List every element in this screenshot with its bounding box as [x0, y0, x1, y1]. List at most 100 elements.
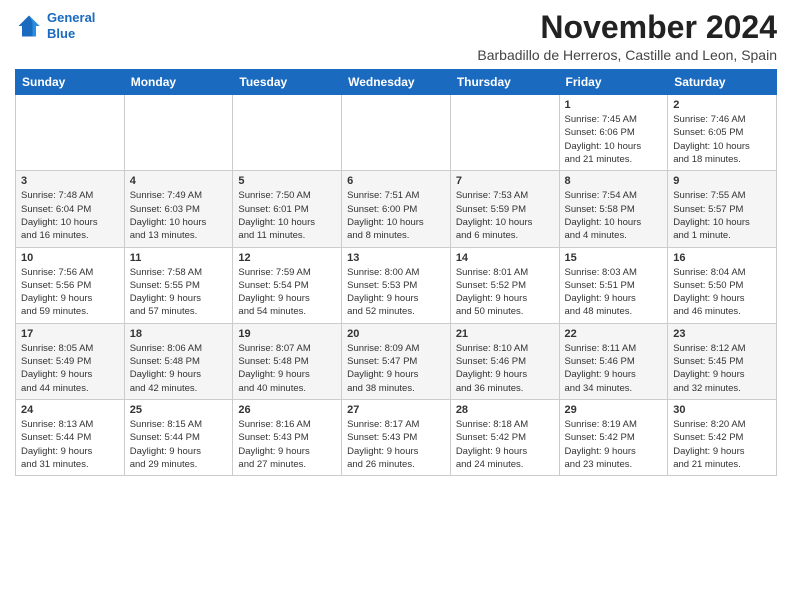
- day-info: Sunrise: 8:05 AM Sunset: 5:49 PM Dayligh…: [21, 342, 119, 395]
- day-number: 18: [130, 328, 228, 340]
- weekday-header: Monday: [124, 70, 233, 95]
- day-number: 26: [238, 404, 336, 416]
- day-number: 21: [456, 328, 554, 340]
- calendar-cell: 12 Sunrise: 7:59 AM Sunset: 5:54 PM Dayli…: [233, 247, 342, 323]
- day-info: Sunrise: 8:10 AM Sunset: 5:46 PM Dayligh…: [456, 342, 554, 395]
- day-info: Sunrise: 8:07 AM Sunset: 5:48 PM Dayligh…: [238, 342, 336, 395]
- day-info: Sunrise: 8:20 AM Sunset: 5:42 PM Dayligh…: [673, 418, 771, 471]
- day-number: 30: [673, 404, 771, 416]
- calendar-cell: [233, 95, 342, 171]
- calendar-week-row: 3 Sunrise: 7:48 AM Sunset: 6:04 PM Daylig…: [16, 171, 777, 247]
- day-number: 16: [673, 252, 771, 264]
- calendar-cell: 6 Sunrise: 7:51 AM Sunset: 6:00 PM Daylig…: [342, 171, 451, 247]
- day-info: Sunrise: 8:13 AM Sunset: 5:44 PM Dayligh…: [21, 418, 119, 471]
- day-number: 22: [565, 328, 663, 340]
- day-info: Sunrise: 7:58 AM Sunset: 5:55 PM Dayligh…: [130, 266, 228, 319]
- calendar-cell: 29Sunrise: 8:19 AM Sunset: 5:42 PM Dayli…: [559, 399, 668, 475]
- day-number: 17: [21, 328, 119, 340]
- calendar-cell: 8 Sunrise: 7:54 AM Sunset: 5:58 PM Daylig…: [559, 171, 668, 247]
- logo-line1: General: [47, 10, 95, 25]
- day-info: Sunrise: 8:00 AM Sunset: 5:53 PM Dayligh…: [347, 266, 445, 319]
- calendar-cell: 19 Sunrise: 8:07 AM Sunset: 5:48 PM Dayli…: [233, 323, 342, 399]
- logo-text: General Blue: [47, 10, 95, 41]
- calendar-cell: 9 Sunrise: 7:55 AM Sunset: 5:57 PM Daylig…: [668, 171, 777, 247]
- day-number: 24: [21, 404, 119, 416]
- day-number: 12: [238, 252, 336, 264]
- day-info: Sunrise: 7:53 AM Sunset: 5:59 PM Dayligh…: [456, 189, 554, 242]
- logo: General Blue: [15, 10, 95, 41]
- calendar-header: SundayMondayTuesdayWednesdayThursdayFrid…: [16, 70, 777, 95]
- month-title: November 2024: [477, 10, 777, 45]
- calendar-cell: [124, 95, 233, 171]
- calendar-cell: [450, 95, 559, 171]
- calendar-cell: 30 Sunrise: 8:20 AM Sunset: 5:42 PM Dayli…: [668, 399, 777, 475]
- day-info: Sunrise: 7:59 AM Sunset: 5:54 PM Dayligh…: [238, 266, 336, 319]
- calendar-cell: [342, 95, 451, 171]
- weekday-header: Tuesday: [233, 70, 342, 95]
- day-info: Sunrise: 8:06 AM Sunset: 5:48 PM Dayligh…: [130, 342, 228, 395]
- day-info: Sunrise: 7:55 AM Sunset: 5:57 PM Dayligh…: [673, 189, 771, 242]
- day-info: Sunrise: 8:11 AM Sunset: 5:46 PM Dayligh…: [565, 342, 663, 395]
- calendar-week-row: 1 Sunrise: 7:45 AM Sunset: 6:06 PM Daylig…: [16, 95, 777, 171]
- day-info: Sunrise: 8:01 AM Sunset: 5:52 PM Dayligh…: [456, 266, 554, 319]
- calendar-week-row: 17 Sunrise: 8:05 AM Sunset: 5:49 PM Dayli…: [16, 323, 777, 399]
- calendar-cell: 22 Sunrise: 8:11 AM Sunset: 5:46 PM Dayli…: [559, 323, 668, 399]
- day-number: 9: [673, 175, 771, 187]
- day-number: 1: [565, 99, 663, 111]
- calendar: SundayMondayTuesdayWednesdayThursdayFrid…: [15, 69, 777, 476]
- day-info: Sunrise: 8:16 AM Sunset: 5:43 PM Dayligh…: [238, 418, 336, 471]
- day-info: Sunrise: 8:15 AM Sunset: 5:44 PM Dayligh…: [130, 418, 228, 471]
- day-info: Sunrise: 7:54 AM Sunset: 5:58 PM Dayligh…: [565, 189, 663, 242]
- day-info: Sunrise: 7:48 AM Sunset: 6:04 PM Dayligh…: [21, 189, 119, 242]
- calendar-cell: 5 Sunrise: 7:50 AM Sunset: 6:01 PM Daylig…: [233, 171, 342, 247]
- day-info: Sunrise: 7:56 AM Sunset: 5:56 PM Dayligh…: [21, 266, 119, 319]
- calendar-cell: 18 Sunrise: 8:06 AM Sunset: 5:48 PM Dayli…: [124, 323, 233, 399]
- day-number: 25: [130, 404, 228, 416]
- day-number: 10: [21, 252, 119, 264]
- calendar-cell: 16Sunrise: 8:04 AM Sunset: 5:50 PM Dayli…: [668, 247, 777, 323]
- weekday-header: Wednesday: [342, 70, 451, 95]
- day-info: Sunrise: 7:51 AM Sunset: 6:00 PM Dayligh…: [347, 189, 445, 242]
- day-info: Sunrise: 7:50 AM Sunset: 6:01 PM Dayligh…: [238, 189, 336, 242]
- calendar-week-row: 10 Sunrise: 7:56 AM Sunset: 5:56 PM Dayli…: [16, 247, 777, 323]
- day-number: 8: [565, 175, 663, 187]
- calendar-cell: 10 Sunrise: 7:56 AM Sunset: 5:56 PM Dayli…: [16, 247, 125, 323]
- calendar-cell: 13 Sunrise: 8:00 AM Sunset: 5:53 PM Dayli…: [342, 247, 451, 323]
- day-number: 13: [347, 252, 445, 264]
- location-title: Barbadillo de Herreros, Castille and Leo…: [477, 47, 777, 63]
- day-number: 7: [456, 175, 554, 187]
- day-info: Sunrise: 8:12 AM Sunset: 5:45 PM Dayligh…: [673, 342, 771, 395]
- day-number: 11: [130, 252, 228, 264]
- day-number: 3: [21, 175, 119, 187]
- calendar-cell: 17 Sunrise: 8:05 AM Sunset: 5:49 PM Dayli…: [16, 323, 125, 399]
- weekday-header: Sunday: [16, 70, 125, 95]
- logo-line2: Blue: [47, 26, 75, 41]
- day-number: 14: [456, 252, 554, 264]
- day-number: 6: [347, 175, 445, 187]
- day-info: Sunrise: 7:46 AM Sunset: 6:05 PM Dayligh…: [673, 113, 771, 166]
- day-number: 5: [238, 175, 336, 187]
- day-number: 2: [673, 99, 771, 111]
- day-number: 15: [565, 252, 663, 264]
- calendar-cell: 1 Sunrise: 7:45 AM Sunset: 6:06 PM Daylig…: [559, 95, 668, 171]
- header-row: SundayMondayTuesdayWednesdayThursdayFrid…: [16, 70, 777, 95]
- calendar-week-row: 24 Sunrise: 8:13 AM Sunset: 5:44 PM Dayli…: [16, 399, 777, 475]
- day-info: Sunrise: 7:49 AM Sunset: 6:03 PM Dayligh…: [130, 189, 228, 242]
- day-info: Sunrise: 7:45 AM Sunset: 6:06 PM Dayligh…: [565, 113, 663, 166]
- day-number: 19: [238, 328, 336, 340]
- weekday-header: Friday: [559, 70, 668, 95]
- day-number: 23: [673, 328, 771, 340]
- page-header: General Blue November 2024 Barbadillo de…: [15, 10, 777, 63]
- calendar-cell: 24 Sunrise: 8:13 AM Sunset: 5:44 PM Dayli…: [16, 399, 125, 475]
- calendar-cell: 11 Sunrise: 7:58 AM Sunset: 5:55 PM Dayli…: [124, 247, 233, 323]
- calendar-cell: 21 Sunrise: 8:10 AM Sunset: 5:46 PM Dayli…: [450, 323, 559, 399]
- calendar-cell: 4Sunrise: 7:49 AM Sunset: 6:03 PM Daylig…: [124, 171, 233, 247]
- weekday-header: Thursday: [450, 70, 559, 95]
- day-info: Sunrise: 8:09 AM Sunset: 5:47 PM Dayligh…: [347, 342, 445, 395]
- calendar-cell: 20 Sunrise: 8:09 AM Sunset: 5:47 PM Dayli…: [342, 323, 451, 399]
- calendar-cell: 26 Sunrise: 8:16 AM Sunset: 5:43 PM Dayli…: [233, 399, 342, 475]
- day-number: 20: [347, 328, 445, 340]
- day-info: Sunrise: 8:18 AM Sunset: 5:42 PM Dayligh…: [456, 418, 554, 471]
- weekday-header: Saturday: [668, 70, 777, 95]
- day-info: Sunrise: 8:03 AM Sunset: 5:51 PM Dayligh…: [565, 266, 663, 319]
